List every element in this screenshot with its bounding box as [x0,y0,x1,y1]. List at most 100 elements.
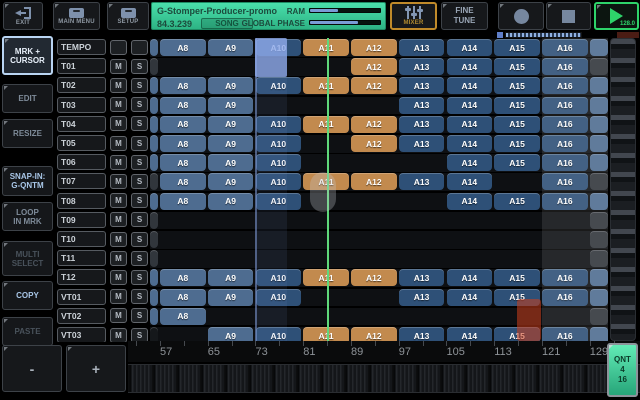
pattern-block-t12-a12[interactable]: A12 [351,269,397,286]
mixer-button[interactable]: MIXER [390,2,437,30]
sidebar-item-resize[interactable]: RESIZE [2,119,53,148]
pattern-block-t02-a11[interactable]: A11 [303,77,349,94]
pattern-block-t12-a14[interactable]: A14 [447,269,493,286]
pattern-block-t07-a12[interactable]: A12 [351,173,397,190]
pattern-block-partial[interactable] [150,212,158,229]
solo-button-t02[interactable]: S [131,78,148,93]
mute-button-vt01[interactable]: M [110,289,127,304]
stop-button[interactable] [546,2,591,30]
pattern-block-t06-a9[interactable]: A9 [208,154,254,171]
pattern-block-vt02-a8[interactable]: A8 [160,308,206,325]
pattern-block-t04-a12[interactable]: A12 [351,116,397,133]
pattern-block-partial[interactable] [150,231,158,248]
pattern-block-t03-a14[interactable]: A14 [447,97,493,114]
pattern-block-vt03-a14[interactable]: A14 [447,327,493,341]
solo-button-t06[interactable]: S [131,155,148,170]
pattern-block-vt03-a13[interactable]: A13 [399,327,445,341]
pattern-block-partial[interactable] [150,77,158,94]
track-label-vt01[interactable]: VT01 [57,289,106,305]
track-label-t12[interactable]: T12 [57,269,106,285]
pattern-block-t02-a12[interactable]: A12 [351,77,397,94]
pattern-block-partial[interactable] [150,250,158,267]
main-menu-button[interactable]: MAIN MENU [53,2,100,30]
pattern-block-t02-a8[interactable]: A8 [160,77,206,94]
pattern-block-t08-a15[interactable]: A15 [494,193,540,210]
solo-button-t09[interactable]: S [131,212,148,227]
sidebar-item-mrk-cursor[interactable]: MRK + CURSOR [2,36,53,75]
mute-button-t01[interactable]: M [110,59,127,74]
sidebar-item-edit[interactable]: EDIT [2,84,53,113]
mute-button-t11[interactable]: M [110,251,127,266]
pattern-block-partial[interactable] [150,327,158,341]
pattern-block-t08-a14[interactable]: A14 [447,193,493,210]
solo-button-t07[interactable]: S [131,174,148,189]
solo-button-vt01[interactable]: S [131,289,148,304]
pattern-block-t07-a13[interactable]: A13 [399,173,445,190]
pattern-block-t07-a9[interactable]: A9 [208,173,254,190]
solo-button-t12[interactable]: S [131,270,148,285]
pattern-block-t08-a8[interactable]: A8 [160,193,206,210]
track-label-t01[interactable]: T01 [57,58,106,74]
pattern-block-vt03-a9[interactable]: A9 [208,327,254,341]
pattern-block-t04-a11[interactable]: A11 [303,116,349,133]
pattern-block-partial[interactable] [150,58,158,75]
solo-button-vt03[interactable]: S [131,328,148,343]
solo-button-t10[interactable]: S [131,232,148,247]
track-label-t09[interactable]: T09 [57,212,106,228]
pattern-block-t01-a12[interactable]: A12 [351,58,397,75]
pattern-block-partial[interactable] [150,39,158,56]
pattern-block-t06-a8[interactable]: A8 [160,154,206,171]
pattern-block-t07-a8[interactable]: A8 [160,173,206,190]
pattern-block-partial[interactable] [150,116,158,133]
pattern-block-tempo-a8[interactable]: A8 [160,39,206,56]
track-label-t04[interactable]: T04 [57,116,106,132]
record-button[interactable] [498,2,544,30]
solo-button-t03[interactable]: S [131,97,148,112]
pattern-block-t05-a12[interactable]: A12 [351,135,397,152]
pattern-block-t06-a15[interactable]: A15 [494,154,540,171]
pattern-block-partial[interactable] [150,193,158,210]
pattern-block-t05-a13[interactable]: A13 [399,135,445,152]
pattern-block-partial[interactable] [150,289,158,306]
vertical-scrollbar[interactable] [610,38,636,341]
solo-button-t08[interactable]: S [131,193,148,208]
mute-button-tempo[interactable] [110,40,127,55]
mute-button-t06[interactable]: M [110,155,127,170]
sidebar-item-copy[interactable]: COPY [2,281,53,310]
solo-button-t11[interactable]: S [131,251,148,266]
pattern-block-t05-a15[interactable]: A15 [494,135,540,152]
mute-button-t04[interactable]: M [110,116,127,131]
solo-button-tempo[interactable] [131,40,148,55]
solo-button-t05[interactable]: S [131,136,148,151]
mute-button-t03[interactable]: M [110,97,127,112]
pattern-block-partial[interactable] [150,154,158,171]
pattern-block-t03-a8[interactable]: A8 [160,97,206,114]
pattern-block-partial[interactable] [150,308,158,325]
pattern-block-tempo-a11[interactable]: A11 [303,39,349,56]
pattern-block-t02-a13[interactable]: A13 [399,77,445,94]
setup-button[interactable]: SETUP [107,2,149,30]
pattern-block-tempo-a13[interactable]: A13 [399,39,445,56]
track-label-t06[interactable]: T06 [57,154,106,170]
track-label-t05[interactable]: T05 [57,135,106,151]
pattern-block-t03-a9[interactable]: A9 [208,97,254,114]
mute-button-t09[interactable]: M [110,212,127,227]
zoom-out-button[interactable]: - [2,345,62,392]
track-label-t02[interactable]: T02 [57,77,106,93]
pattern-block-t02-a9[interactable]: A9 [208,77,254,94]
pattern-block-partial[interactable] [150,135,158,152]
solo-button-t04[interactable]: S [131,116,148,131]
track-label-vt02[interactable]: VT02 [57,308,106,324]
pattern-block-t06-a14[interactable]: A14 [447,154,493,171]
pattern-block-t04-a8[interactable]: A8 [160,116,206,133]
pattern-block-t12-a15[interactable]: A15 [494,269,540,286]
mute-button-t08[interactable]: M [110,193,127,208]
horizontal-zoom-scrollbar[interactable] [128,364,640,393]
play-button[interactable]: 128.0 [594,2,639,30]
exit-button[interactable]: EXIT [3,2,43,30]
song-arranger-grid[interactable]: A8A9A10A11A12A13A14A15A16A12A13A14A15A16… [150,38,608,341]
pattern-block-tempo-a9[interactable]: A9 [208,39,254,56]
pattern-block-t05-a8[interactable]: A8 [160,135,206,152]
zoom-in-button[interactable]: + [66,345,126,392]
track-label-t11[interactable]: T11 [57,250,106,266]
